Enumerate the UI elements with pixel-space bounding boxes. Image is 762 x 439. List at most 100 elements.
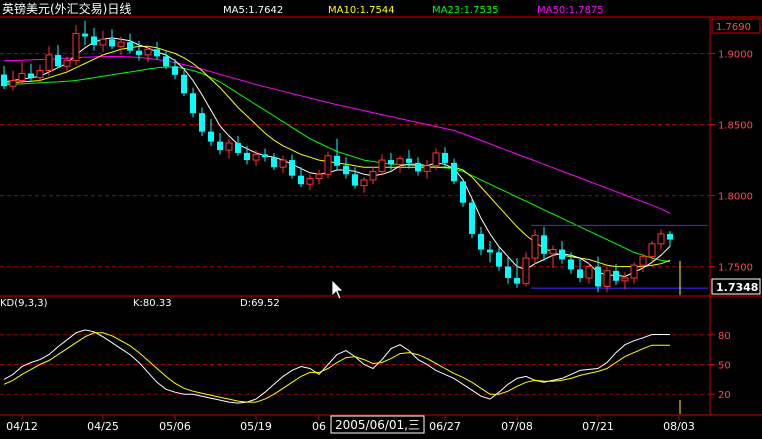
chart-canvas[interactable]: 英镑美元(外汇交易)日线 MA5:1.7642 MA10:1.7544 MA23… bbox=[0, 0, 762, 439]
candle-body-up bbox=[315, 173, 323, 180]
candle-body-down bbox=[109, 39, 115, 47]
candle-body-up bbox=[324, 155, 332, 175]
kd-tick-label: 50 bbox=[718, 361, 731, 372]
candle-body-down bbox=[172, 66, 178, 75]
cursor-date-label: 2005/06/01,三 bbox=[335, 418, 420, 432]
candle-body-down bbox=[541, 235, 547, 254]
candle-body-up bbox=[72, 33, 80, 62]
candle-body-down bbox=[298, 175, 304, 185]
candle-body-down bbox=[235, 143, 241, 153]
price-y-axis: 1.9000 1.8500 1.8000 1.7500 bbox=[710, 50, 753, 274]
candle-body-up bbox=[306, 178, 314, 185]
candle-body-down bbox=[595, 266, 601, 287]
candle-body-up bbox=[99, 38, 107, 46]
candle-body-down bbox=[271, 157, 277, 168]
x-tick-label: 06/27 bbox=[429, 420, 461, 433]
price-tick-label: 1.8500 bbox=[718, 121, 753, 132]
candle-body-up bbox=[630, 264, 638, 279]
candle-body-up bbox=[657, 233, 665, 245]
ma10-label: MA10:1.7544 bbox=[328, 5, 395, 16]
candle-body-down bbox=[190, 93, 196, 114]
candle-body-up bbox=[522, 257, 530, 285]
x-tick-label: 07/08 bbox=[501, 420, 533, 433]
candle-body-up bbox=[18, 72, 26, 82]
x-tick-label: 05/06 bbox=[159, 420, 191, 433]
candle-body-up bbox=[252, 153, 260, 161]
candlesticks bbox=[1, 20, 673, 293]
ma50-line bbox=[4, 55, 671, 214]
price-tick-label: 1.7500 bbox=[718, 263, 753, 274]
x-tick-label: 06 bbox=[312, 420, 326, 433]
candle-body-down bbox=[217, 141, 223, 151]
candle-body-down bbox=[469, 202, 475, 234]
candle-body-up bbox=[639, 256, 647, 266]
candle-body-down bbox=[208, 131, 214, 142]
candle-body-up bbox=[423, 165, 431, 172]
candle-body-down bbox=[442, 152, 448, 163]
candle-body-down bbox=[451, 162, 457, 182]
candle-body-down bbox=[505, 266, 511, 278]
kd-tick-label: 80 bbox=[718, 331, 731, 342]
candle-body-down bbox=[388, 160, 394, 165]
candle-body-down bbox=[514, 277, 520, 284]
candle-body-down bbox=[28, 73, 34, 78]
candle-body-up bbox=[621, 277, 629, 282]
x-tick-label: 05/19 bbox=[240, 420, 272, 433]
candle-body-up bbox=[396, 158, 404, 165]
candle-body-down bbox=[262, 154, 268, 158]
candle-body-up bbox=[549, 249, 557, 255]
candle-body-down bbox=[163, 56, 169, 67]
candle-body-up bbox=[117, 41, 125, 47]
candle-body-up bbox=[279, 159, 287, 168]
price-grid bbox=[0, 53, 710, 268]
forex-chart-window: 英镑美元(外汇交易)日线 MA5:1.7642 MA10:1.7544 MA23… bbox=[0, 0, 762, 439]
candle-body-down bbox=[406, 158, 412, 163]
candle-body-up bbox=[360, 179, 368, 187]
candle-body-down bbox=[136, 50, 142, 55]
kd-lines bbox=[3, 260, 681, 414]
candle-body-down bbox=[199, 113, 205, 132]
kd-tick-label: 20 bbox=[718, 390, 731, 401]
candle-body-up bbox=[36, 70, 44, 79]
candle-body-up bbox=[603, 270, 611, 287]
x-tick-label: 08/03 bbox=[663, 420, 695, 433]
last-price-text: 1.7348 bbox=[716, 281, 758, 294]
candle-body-down bbox=[352, 174, 358, 186]
candle-body-up bbox=[378, 159, 386, 172]
candle-body-down bbox=[289, 160, 295, 176]
candle-body-up bbox=[369, 170, 377, 181]
ma5-label: MA5:1.7642 bbox=[223, 5, 283, 16]
candle-body-down bbox=[487, 249, 493, 253]
kd-d-value: D:69.52 bbox=[240, 298, 280, 309]
candle-body-up bbox=[225, 142, 233, 151]
candle-body-down bbox=[568, 259, 574, 270]
kd-k-value: K:80.33 bbox=[133, 298, 172, 309]
candle-body-up bbox=[63, 60, 71, 67]
ma23-label: MA23:1.7535 bbox=[432, 5, 499, 16]
x-tick-label: 04/25 bbox=[87, 420, 119, 433]
chart-title: 英镑美元(外汇交易)日线 bbox=[2, 1, 131, 16]
price-tick-label: 1.8000 bbox=[718, 192, 753, 203]
candle-body-down bbox=[478, 233, 484, 250]
kd-k-line bbox=[3, 329, 670, 404]
candle-body-down bbox=[496, 252, 502, 267]
candle-body-up bbox=[9, 80, 17, 87]
candle-body-up bbox=[432, 152, 440, 167]
candle-body-down bbox=[415, 162, 421, 172]
candle-body-down bbox=[181, 74, 187, 94]
candle-body-down bbox=[460, 181, 466, 203]
candle-body-up bbox=[585, 266, 593, 279]
candle-body-down bbox=[127, 42, 133, 51]
chart-frame bbox=[0, 16, 762, 416]
candle-body-up bbox=[531, 234, 539, 259]
candle-body-up bbox=[648, 243, 656, 258]
candle-body-down bbox=[1, 74, 7, 87]
candle-body-down bbox=[82, 33, 88, 37]
candle-body-up bbox=[144, 48, 152, 56]
candle-body-down bbox=[55, 54, 61, 67]
x-tick-label: 07/21 bbox=[582, 420, 614, 433]
kd-y-axis: 80 50 20 bbox=[710, 331, 731, 401]
candle-body-down bbox=[334, 155, 340, 166]
candle-body-down bbox=[91, 36, 97, 45]
candle-body-down bbox=[154, 49, 160, 57]
